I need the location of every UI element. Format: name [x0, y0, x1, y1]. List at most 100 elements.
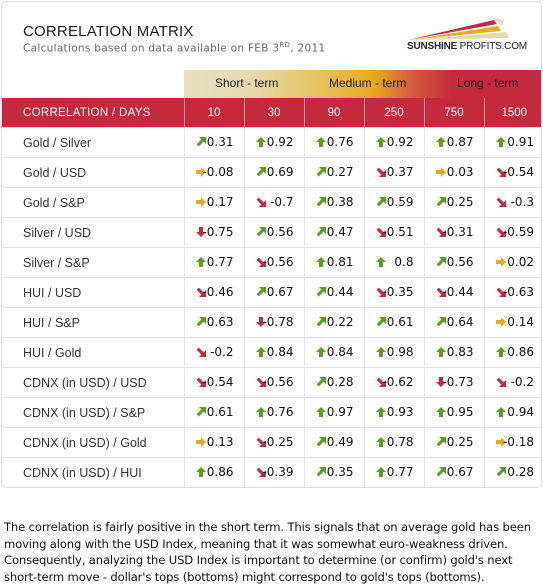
correlation-value: -0.2 [510, 375, 534, 389]
correlation-value: 0.59 [386, 195, 414, 209]
correlation-cell: 0.81 [304, 247, 365, 278]
arrow-up-right-icon [436, 257, 446, 267]
arrow-up-icon [315, 347, 326, 357]
arrow-up-right-icon [316, 437, 326, 447]
correlation-value: 0.61 [386, 315, 414, 329]
correlation-value: -0.3 [510, 195, 534, 209]
correlation-cell: 0.95 [424, 397, 485, 428]
correlation-value: 0.67 [266, 285, 294, 299]
correlation-cell: 0.92 [364, 127, 425, 158]
row-label: Silver / S&P [2, 247, 185, 278]
correlation-cell: 0.92 [244, 127, 305, 158]
arrow-up-right-icon [256, 287, 266, 297]
correlation-value: -0.7 [270, 195, 294, 209]
correlation-cell: 0.98 [364, 337, 425, 368]
correlation-value: 0.76 [266, 405, 294, 419]
correlation-value: 0.63 [206, 315, 234, 329]
correlation-value: -0.62 [382, 375, 414, 389]
arrow-up-icon [255, 347, 266, 357]
correlation-value: 0.97 [326, 405, 354, 419]
arrow-up-right-icon [376, 317, 386, 327]
correlation-value: 0.35 [326, 465, 354, 479]
correlation-value: -0.56 [262, 255, 294, 269]
correlation-value: 0.31 [206, 135, 234, 149]
correlation-value: -0.73 [442, 375, 474, 389]
correlation-cell: 0.86 [484, 337, 541, 368]
correlation-value: 0.28 [326, 375, 354, 389]
correlation-cell: 0.78 [364, 427, 425, 458]
correlation-cell: -0.78 [244, 307, 305, 338]
correlation-matrix-card: CORRELATION MATRIX Calculations based on… [1, 1, 542, 488]
correlation-value: -0.46 [202, 285, 234, 299]
correlation-value: 0.81 [326, 255, 354, 269]
arrow-up-right-icon [316, 167, 326, 177]
column-header: 10 [184, 98, 245, 128]
correlation-cell: -0.63 [484, 277, 541, 308]
row-label: Silver / USD [2, 217, 185, 248]
table-row: Gold / Silver 0.31 0.92 0.76 0.92 0.87 0.91 [2, 127, 541, 158]
correlation-value: 0.25 [446, 435, 474, 449]
correlation-cell: 0.49 [304, 427, 365, 458]
correlation-cell: -0.54 [484, 157, 541, 188]
table-row: HUI / Gold -0.2 0.84 0.84 0.98 0.83 0.86 [2, 337, 541, 368]
correlation-cell: 0.86 [184, 457, 245, 487]
arrow-up-right-icon [256, 227, 266, 237]
row-label: CDNX (in USD) / S&P [2, 397, 185, 428]
arrow-up-right-icon [196, 137, 206, 147]
arrow-up-icon [195, 467, 206, 477]
correlation-value: -0.37 [382, 165, 414, 179]
correlation-value: 0.87 [446, 135, 474, 149]
correlation-value: -0.35 [382, 285, 414, 299]
column-header: 1500 [484, 98, 541, 128]
correlation-value: 0.17 [206, 195, 234, 209]
correlation-cell: 0.67 [424, 457, 485, 487]
correlation-value: 0.86 [206, 465, 234, 479]
arrow-up-right-icon [436, 467, 446, 477]
correlation-value: 0.84 [326, 345, 354, 359]
correlation-cell: -0.51 [364, 217, 425, 248]
correlation-cell: 0.14 [484, 307, 541, 338]
correlation-value: 0.77 [206, 255, 234, 269]
correlation-value: 0.69 [266, 165, 294, 179]
correlation-cell: -0.18 [484, 427, 541, 458]
row-label: CDNX (in USD) / HUI [2, 457, 185, 487]
correlation-value: -0.56 [262, 375, 294, 389]
correlation-cell: 0.83 [424, 337, 485, 368]
correlation-cell: 0.03 [424, 157, 485, 188]
correlation-value: 0.61 [206, 405, 234, 419]
column-header: 30 [244, 98, 305, 128]
correlation-cell: 0.61 [184, 397, 245, 428]
correlation-cell: -0.31 [424, 217, 485, 248]
arrow-up-icon [375, 257, 386, 267]
correlation-cell: 0.25 [424, 427, 485, 458]
correlation-cell: 0.94 [484, 397, 541, 428]
correlation-value: 0.93 [386, 405, 414, 419]
arrow-up-icon [375, 137, 386, 147]
table-row: Gold / USD -0.08 0.69 0.27 -0.37 0.03 -0.54 [2, 157, 541, 188]
arrow-up-icon [255, 407, 266, 417]
correlation-cell: -0.73 [424, 367, 485, 398]
arrow-up-icon [375, 467, 386, 477]
correlation-cell: 0.38 [304, 187, 365, 218]
row-label: HUI / Gold [2, 337, 185, 368]
correlation-value: 0.14 [507, 315, 534, 329]
correlation-value: -0.63 [502, 285, 534, 299]
page-title: CORRELATION MATRIX [23, 23, 194, 40]
correlation-value: 0.91 [507, 135, 534, 149]
arrow-up-right-icon [316, 377, 326, 387]
correlation-value: 0.78 [386, 435, 414, 449]
correlation-cell: 0.13 [184, 427, 245, 458]
correlation-value: 0.92 [266, 135, 294, 149]
correlation-cell: -0.54 [184, 367, 245, 398]
correlation-value: -0.39 [262, 465, 294, 479]
correlation-cell: 0.02 [484, 247, 541, 278]
subtitle-suffix: , 2011 [290, 42, 326, 55]
correlation-value: 0.38 [326, 195, 354, 209]
correlation-cell: 0.93 [364, 397, 425, 428]
correlation-cell: -0.37 [364, 157, 425, 188]
table-row: Silver / USD -0.75 0.56 0.47 -0.51 -0.31 -0.59 [2, 217, 541, 248]
logo-rest: PROFITS.COM [457, 41, 527, 52]
correlation-cell: 0.97 [304, 397, 365, 428]
arrow-up-right-icon [436, 437, 446, 447]
correlation-table: CORRELATION / DAYS 10 30 90 250 750 1500… [2, 98, 541, 487]
